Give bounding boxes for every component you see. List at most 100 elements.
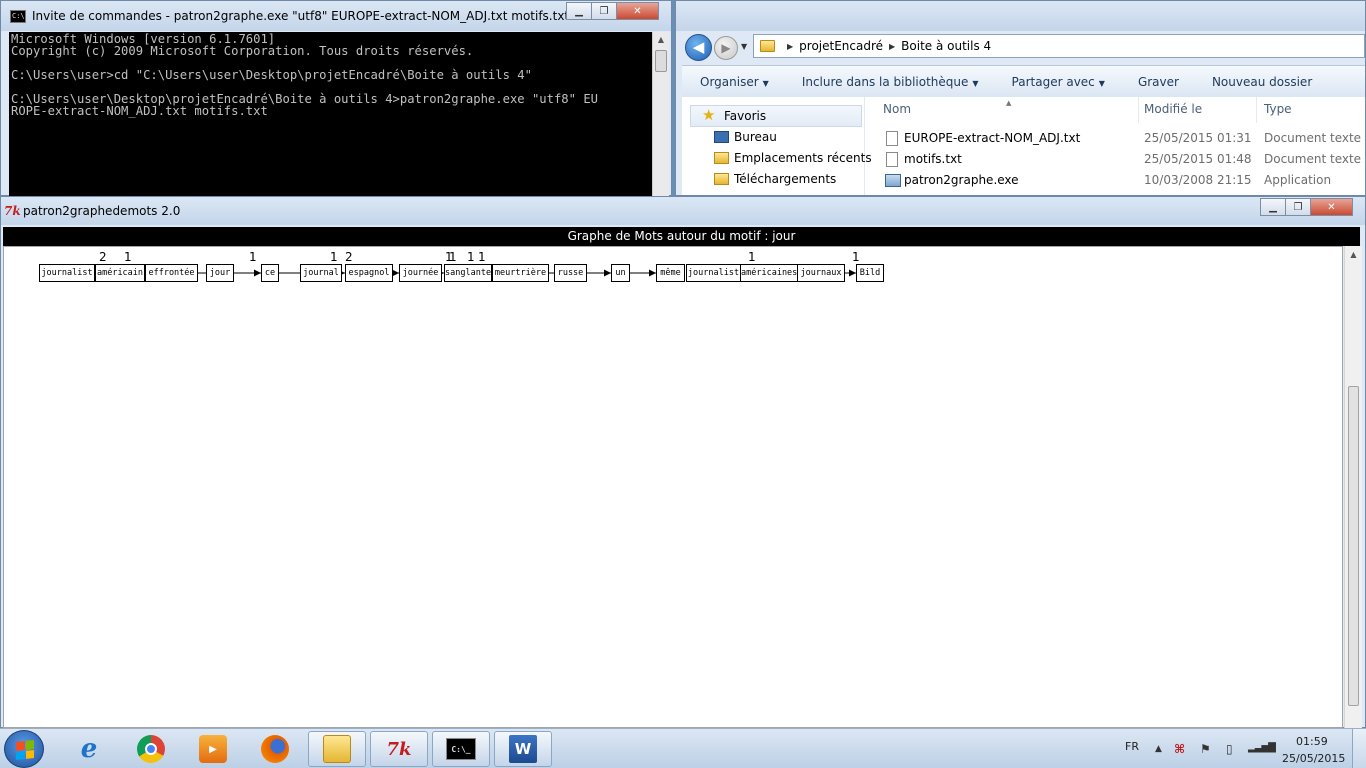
- graph-edge: [392, 269, 399, 277]
- address-bar[interactable]: ▶ projetEncadré ▶ Boite à outils 4: [753, 34, 1365, 58]
- tk-title-bar[interactable]: 7k patron2graphedemots 2.0 ▁ ❐ ✕: [1, 197, 1365, 225]
- scroll-thumb[interactable]: [1348, 386, 1359, 706]
- graph-node[interactable]: sanglante: [444, 264, 492, 282]
- navigation-pane[interactable]: ★ Favoris Bureau Emplacements récents Té…: [682, 97, 872, 195]
- file-row[interactable]: patron2graphe.exe 10/03/2008 21:15 Appli…: [866, 170, 1365, 191]
- acrobat-icon[interactable]: ⌘: [1174, 742, 1185, 756]
- scroll-up-icon[interactable]: ▲: [1345, 246, 1362, 263]
- language-indicator[interactable]: FR: [1125, 740, 1139, 753]
- breadcrumb-item[interactable]: projetEncadré: [799, 39, 883, 53]
- graph-node[interactable]: un: [611, 264, 630, 282]
- taskbar-tk-app[interactable]: 7k: [370, 731, 428, 767]
- graph-node[interactable]: jour: [206, 264, 234, 282]
- burn-button[interactable]: Graver: [1120, 75, 1194, 89]
- nav-recent-places[interactable]: Emplacements récents: [714, 151, 872, 165]
- file-type: Application: [1264, 173, 1332, 187]
- action-center-flag-icon[interactable]: ⚑: [1200, 742, 1211, 756]
- battery-icon[interactable]: ▯: [1226, 742, 1233, 756]
- include-library-button[interactable]: Inclure dans la bibliothèque ▼: [784, 75, 994, 89]
- graph-node[interactable]: meurtrière: [492, 264, 549, 282]
- file-row[interactable]: motifs.txt 25/05/2015 01:48 Document tex…: [866, 149, 1365, 170]
- graph-node[interactable]: journalist: [686, 264, 741, 282]
- graph-count: 1: [467, 250, 475, 264]
- tk-title: patron2graphedemots 2.0: [23, 204, 181, 218]
- clock-time[interactable]: 01:59: [1296, 735, 1328, 748]
- tk-close-icon[interactable]: ✕: [1310, 198, 1353, 216]
- graph-count: 1: [748, 250, 756, 264]
- file-row[interactable]: EUROPE-extract-NOM_ADJ.txt 25/05/2015 01…: [866, 128, 1365, 149]
- taskbar-word[interactable]: W: [494, 731, 552, 767]
- breadcrumb-chevron-icon[interactable]: ▶: [889, 42, 895, 51]
- column-header-type[interactable]: Type: [1264, 102, 1292, 116]
- graph-node[interactable]: journal: [300, 264, 342, 282]
- cmd-scrollbar[interactable]: ▲: [652, 32, 669, 196]
- taskbar-chrome[interactable]: [122, 731, 180, 767]
- graph-canvas[interactable]: journalist américain effrontée jour ce journa…: [3, 246, 1343, 728]
- tk-minimize-icon[interactable]: ▁: [1260, 198, 1286, 216]
- nav-downloads[interactable]: Téléchargements: [714, 172, 836, 186]
- network-signal-icon[interactable]: ▂▃▅▇: [1248, 742, 1276, 753]
- graph-node[interactable]: Bild: [856, 264, 884, 282]
- folder-icon: [760, 40, 775, 52]
- graph-node[interactable]: journée: [399, 264, 442, 282]
- column-divider[interactable]: [1256, 97, 1257, 123]
- show-desktop-button[interactable]: [1352, 729, 1366, 768]
- nav-favorites[interactable]: ★ Favoris: [702, 106, 766, 124]
- cmd-close-icon[interactable]: ✕: [616, 2, 659, 20]
- file-name: EUROPE-extract-NOM_ADJ.txt: [904, 131, 1081, 145]
- column-divider[interactable]: [1138, 97, 1139, 123]
- nav-recent-places-label: Emplacements récents: [734, 151, 872, 165]
- graph-scrollbar[interactable]: ▲: [1344, 246, 1362, 728]
- history-dropdown-icon[interactable]: ▼: [741, 42, 747, 51]
- column-header-name[interactable]: Nom ▲: [883, 99, 1011, 116]
- taskbar-firefox[interactable]: [246, 731, 304, 767]
- share-with-button[interactable]: Partager avec ▼: [994, 75, 1120, 89]
- taskbar-internet-explorer[interactable]: e: [60, 731, 118, 767]
- graph-node[interactable]: espagnol: [345, 264, 393, 282]
- organize-button[interactable]: Organiser ▼: [682, 75, 784, 89]
- clock-date[interactable]: 25/05/2015: [1282, 752, 1345, 765]
- graph-node[interactable]: russe: [554, 264, 587, 282]
- application-icon: [885, 174, 901, 187]
- forward-arrow-icon[interactable]: ▶: [714, 36, 738, 60]
- chrome-center: [145, 743, 157, 755]
- column-header-modified[interactable]: Modifié le: [1144, 102, 1202, 116]
- explorer-body: ★ Favoris Bureau Emplacements récents Té…: [682, 97, 1365, 195]
- media-player-icon: ▶: [199, 735, 227, 763]
- scroll-thumb[interactable]: [655, 50, 667, 72]
- graph-node[interactable]: ce: [261, 264, 279, 282]
- tk-window[interactable]: 7k patron2graphedemots 2.0 ▁ ❐ ✕ Graphe …: [0, 196, 1366, 728]
- downloads-icon: [714, 173, 729, 185]
- cmd-title-bar[interactable]: C:\ Invite de commandes - patron2graphe.…: [1, 1, 671, 31]
- start-button[interactable]: [4, 730, 44, 768]
- graph-node[interactable]: américaines: [740, 264, 798, 282]
- graph-node[interactable]: même: [656, 264, 685, 282]
- file-list[interactable]: Nom ▲ Modifié le Type EUROPE-extract-NOM…: [866, 97, 1365, 195]
- show-hidden-icons-icon[interactable]: ▲: [1155, 744, 1162, 754]
- explorer-title-bar[interactable]: [676, 1, 1365, 31]
- taskbar-media-player[interactable]: ▶: [184, 731, 242, 767]
- breadcrumb-item[interactable]: Boite à outils 4: [901, 39, 991, 53]
- breadcrumb-chevron-icon[interactable]: ▶: [787, 42, 793, 51]
- explorer-window[interactable]: ◀ ▶ ▼ ▶ projetEncadré ▶ Boite à outils 4…: [675, 0, 1366, 196]
- edge-arrowhead: [649, 269, 656, 277]
- taskbar-file-explorer[interactable]: [308, 731, 366, 767]
- cmd-window[interactable]: C:\ Invite de commandes - patron2graphe.…: [0, 0, 672, 196]
- cmd-console[interactable]: Microsoft Windows [version 6.1.7601] Cop…: [9, 32, 652, 196]
- new-folder-button[interactable]: Nouveau dossier: [1194, 75, 1327, 89]
- cmd-minimize-icon[interactable]: ▁: [566, 2, 592, 20]
- nav-desktop[interactable]: Bureau: [714, 130, 777, 144]
- graph-node[interactable]: journalist: [39, 264, 95, 282]
- taskbar-command-prompt[interactable]: C:\_: [432, 731, 490, 767]
- tk-maximize-icon[interactable]: ❐: [1285, 198, 1311, 216]
- star-icon: ★: [702, 106, 716, 124]
- back-arrow-icon[interactable]: ◀: [685, 34, 712, 61]
- cmd-maximize-icon[interactable]: ❐: [591, 2, 617, 20]
- graph-node[interactable]: effrontée: [145, 264, 198, 282]
- scroll-up-icon[interactable]: ▲: [653, 32, 669, 48]
- text-file-icon: [886, 131, 898, 146]
- graph-count: 1: [478, 250, 486, 264]
- graph-node[interactable]: journaux: [797, 264, 845, 282]
- graph-node[interactable]: américain: [95, 264, 145, 282]
- desktop-icon: [714, 131, 729, 143]
